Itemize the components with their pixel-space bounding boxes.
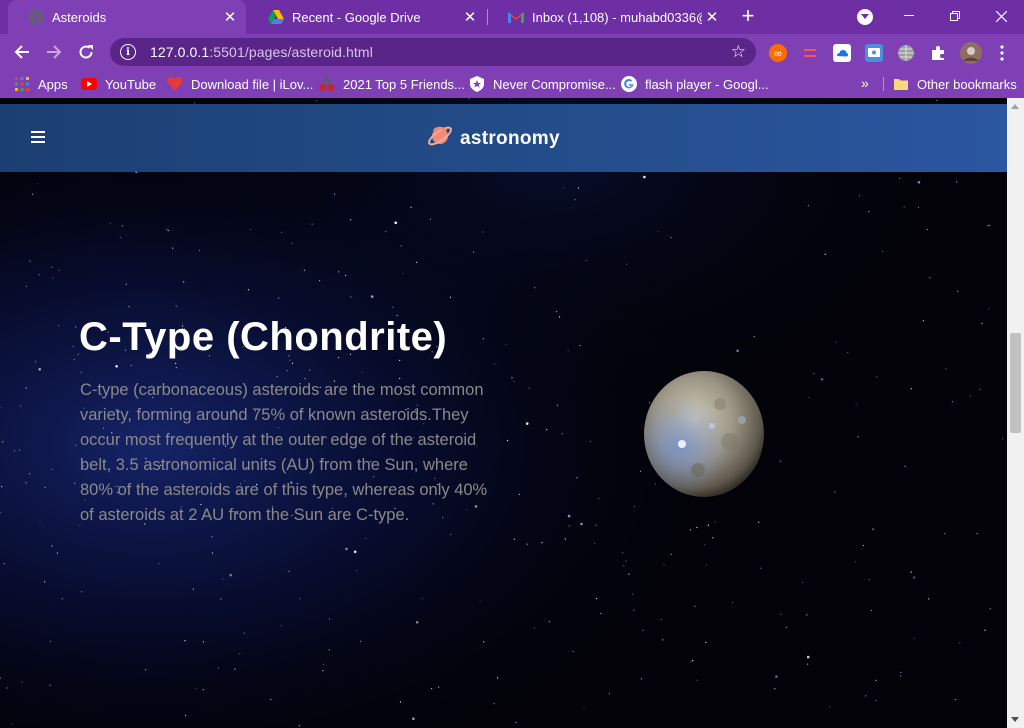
- back-button[interactable]: [8, 38, 36, 66]
- new-tab-button[interactable]: +: [737, 5, 759, 28]
- browser-menu-icon[interactable]: [993, 44, 1011, 62]
- shield-icon: [469, 76, 485, 92]
- tab-asteroids[interactable]: Asteroids ✕: [8, 0, 246, 34]
- extension-cloud-icon[interactable]: [833, 44, 851, 62]
- extension-stack-icon[interactable]: [801, 44, 819, 62]
- extension-infinity-icon[interactable]: ∞: [769, 44, 787, 62]
- page-scrollbar[interactable]: [1007, 98, 1024, 728]
- tab-title: Inbox (1,108) - muhabd0336@gm: [532, 9, 702, 25]
- bookmark-top-friends[interactable]: 2021 Top 5 Friends...: [319, 75, 465, 93]
- bookmarks-bar: Apps YouTube Download file | iLov... 202…: [0, 70, 1024, 98]
- bookmark-label: Other bookmarks: [917, 76, 1017, 92]
- bookmark-label: Download file | iLov...: [191, 76, 314, 92]
- other-bookmarks[interactable]: Other bookmarks: [893, 75, 1017, 93]
- bookmark-never-compromise[interactable]: Never Compromise...: [469, 75, 616, 93]
- forward-button[interactable]: [40, 38, 68, 66]
- globe-icon: [28, 9, 44, 25]
- scroll-up-icon[interactable]: [1011, 104, 1019, 109]
- bookmark-label: Apps: [38, 76, 68, 92]
- extension-globe-icon[interactable]: [897, 44, 915, 62]
- hamburger-menu-icon[interactable]: [31, 131, 45, 143]
- asteroid-image: [644, 371, 764, 497]
- bookmark-label: YouTube: [105, 76, 157, 92]
- google-icon: [621, 76, 637, 92]
- cherry-icon: [319, 76, 335, 92]
- site-info-icon[interactable]: i: [120, 44, 136, 60]
- scrollbar-thumb[interactable]: [1010, 333, 1021, 433]
- bookmark-star-icon[interactable]: ☆: [731, 43, 746, 60]
- extensions-puzzle-icon[interactable]: [929, 44, 947, 62]
- tab-title: Recent - Google Drive: [292, 9, 421, 25]
- folder-icon: [893, 76, 909, 92]
- gmail-icon: [508, 9, 524, 25]
- youtube-icon: [81, 76, 97, 92]
- page-viewport: astronomy C-Type (Chondrite) C-type (car…: [0, 98, 1007, 728]
- tab-gmail[interactable]: Inbox (1,108) - muhabd0336@gm ✕: [488, 0, 728, 34]
- planet-logo-icon: [426, 122, 454, 155]
- tab-google-drive[interactable]: Recent - Google Drive ✕: [248, 0, 486, 34]
- tab-title: Asteroids: [52, 9, 107, 25]
- google-drive-icon: [268, 9, 284, 25]
- section-paragraph: C-type (carbonaceous) asteroids are the …: [80, 381, 488, 524]
- tab-strip: Asteroids ✕ Recent - Google Drive ✕ Inbo…: [0, 0, 1024, 34]
- apps-grid-icon: [14, 76, 30, 92]
- bookmarks-divider: [883, 77, 884, 91]
- site-navbar: astronomy: [0, 104, 1007, 172]
- minimize-button[interactable]: [886, 0, 932, 32]
- profile-avatar-icon[interactable]: [960, 42, 982, 64]
- more-bookmarks-chevron-icon[interactable]: »: [861, 75, 869, 91]
- reload-button[interactable]: [72, 38, 100, 66]
- tab-search-icon[interactable]: [857, 9, 873, 25]
- section-heading: C-Type (Chondrite): [79, 315, 448, 359]
- close-tab-icon[interactable]: ✕: [702, 7, 722, 27]
- address-bar[interactable]: i 127.0.0.1:5501/pages/asteroid.html ☆: [110, 38, 756, 66]
- bookmark-apps[interactable]: Apps: [14, 75, 68, 93]
- extension-screen-icon[interactable]: [865, 44, 883, 62]
- heart-icon: [167, 76, 183, 92]
- bookmark-label: 2021 Top 5 Friends...: [343, 76, 465, 92]
- bookmark-label: flash player - Googl...: [645, 76, 769, 92]
- brand-name: astronomy: [460, 127, 560, 149]
- svg-text:∞: ∞: [773, 47, 782, 60]
- url-text: 127.0.0.1:5501/pages/asteroid.html: [150, 44, 373, 60]
- bookmark-flash-player[interactable]: flash player - Googl...: [621, 75, 769, 93]
- close-tab-icon[interactable]: ✕: [220, 7, 240, 27]
- bookmark-label: Never Compromise...: [493, 76, 616, 92]
- browser-toolbar: i 127.0.0.1:5501/pages/asteroid.html ☆ ∞: [0, 34, 1024, 70]
- bookmark-youtube[interactable]: YouTube: [81, 75, 156, 93]
- scroll-down-icon[interactable]: [1011, 717, 1019, 722]
- bookmark-ilovepdf[interactable]: Download file | iLov...: [167, 75, 313, 93]
- restore-button[interactable]: [932, 0, 978, 32]
- close-tab-icon[interactable]: ✕: [460, 7, 480, 27]
- brand-logo[interactable]: astronomy: [426, 122, 560, 155]
- close-window-button[interactable]: [978, 0, 1024, 32]
